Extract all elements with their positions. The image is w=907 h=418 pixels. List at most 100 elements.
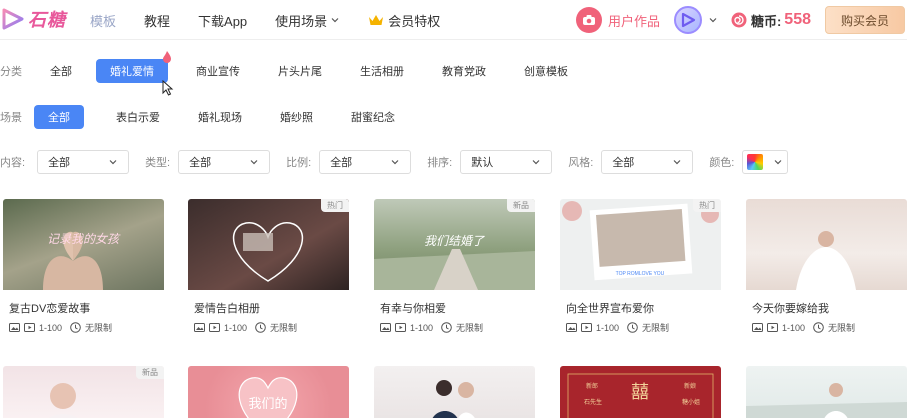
- image-icon: [194, 323, 205, 332]
- video-icon: [395, 323, 406, 332]
- nav-use-cases[interactable]: 使用场景: [275, 11, 340, 30]
- mouse-cursor-icon: [162, 80, 174, 96]
- scene-sweet-memory[interactable]: 甜蜜纪念: [337, 105, 409, 129]
- nav-tutorials[interactable]: 教程: [144, 11, 170, 30]
- scene-confession[interactable]: 表白示爱: [102, 105, 174, 129]
- type-select-label: 类型:: [145, 157, 171, 169]
- template-card[interactable]: 今天你要嫁给我 1-100 无限制: [746, 199, 907, 347]
- image-icon: [380, 323, 391, 332]
- ratio-select-label: 比例:: [286, 157, 312, 169]
- thumb-caption: TOP ROMLOVE YOU: [616, 271, 665, 277]
- template-thumbnail[interactable]: [746, 199, 907, 290]
- buy-membership-button[interactable]: 购买会员: [825, 6, 905, 34]
- sugar-coin-label: 糖币:: [750, 13, 782, 29]
- category-life-album[interactable]: 生活相册: [346, 59, 418, 83]
- template-page-range: 1-100: [782, 322, 806, 333]
- heart-hands-image: 记录我的女孩: [43, 231, 121, 290]
- content-select[interactable]: 全部: [37, 150, 130, 174]
- template-title[interactable]: 爱情告白相册: [194, 300, 260, 316]
- scene-wedding-photo[interactable]: 婚纱照: [266, 105, 327, 129]
- nav-templates[interactable]: 模板: [90, 11, 116, 30]
- template-thumbnail[interactable]: 我们的: [188, 366, 349, 418]
- type-select-value: 全部: [189, 157, 212, 169]
- chevron-down-icon: [391, 160, 399, 165]
- template-thumbnail[interactable]: [746, 366, 907, 418]
- clock-icon: [813, 322, 824, 333]
- category-all[interactable]: 全部: [36, 59, 86, 83]
- style-select-value: 全部: [612, 157, 635, 169]
- type-select[interactable]: 全部: [178, 150, 271, 174]
- candy-icon: [731, 12, 747, 28]
- bride-name: 糖小姐: [682, 398, 700, 406]
- template-meta: 1-100 无限制: [752, 321, 855, 334]
- couple-image: [432, 380, 475, 418]
- image-icon: [9, 323, 20, 332]
- image-icon: [566, 323, 577, 332]
- sugar-coin-count: 558: [784, 11, 811, 28]
- nav-download-app[interactable]: 下载App: [198, 11, 247, 30]
- chevron-down-icon: [331, 18, 339, 23]
- header-right: 用户作品 糖币: 558 购买会员: [575, 0, 907, 40]
- user-works-link[interactable]: 用户作品: [608, 11, 660, 30]
- template-card[interactable]: 我们结婚了 新品 有幸与你相爱 1-100 无限制: [374, 199, 535, 347]
- sort-select-value: 默认: [471, 157, 494, 169]
- template-page-range: 1-100: [596, 322, 620, 333]
- template-duration: 无限制: [85, 323, 113, 333]
- thumb-caption: 记录我的女孩: [47, 232, 121, 246]
- template-thumbnail[interactable]: 热门: [188, 199, 349, 290]
- ratio-select[interactable]: 全部: [319, 150, 412, 174]
- logo[interactable]: 石糖: [0, 6, 66, 32]
- template-title[interactable]: 今天你要嫁给我: [752, 300, 829, 316]
- nav-member-privileges[interactable]: 会员特权: [368, 11, 440, 30]
- category-label: 分类: [0, 66, 22, 78]
- scene-filter-row: 场景 全部 表白示爱 婚礼现场 婚纱照 甜蜜纪念: [0, 105, 419, 129]
- template-title[interactable]: 有幸与你相爱: [380, 300, 446, 316]
- chevron-down-icon: [250, 160, 258, 165]
- template-title[interactable]: 向全世界宣布爱你: [566, 300, 654, 316]
- avatar[interactable]: [673, 6, 702, 34]
- video-icon: [767, 323, 778, 332]
- bride-label: 新娘: [684, 382, 696, 390]
- chevron-down-icon: [532, 160, 540, 165]
- sort-select[interactable]: 默认: [460, 150, 553, 174]
- template-thumbnail[interactable]: 新品: [3, 366, 164, 418]
- style-select[interactable]: 全部: [601, 150, 694, 174]
- category-commercial[interactable]: 商业宣传: [182, 59, 254, 83]
- template-page-range: 1-100: [224, 322, 248, 333]
- color-select[interactable]: [742, 150, 789, 174]
- color-swatch-icon: [747, 154, 764, 170]
- groom-label: 新郎: [586, 382, 598, 390]
- category-creative[interactable]: 创意模板: [510, 59, 582, 83]
- video-icon: [24, 323, 35, 332]
- bride-image: [796, 231, 856, 290]
- scene-all[interactable]: 全部: [34, 105, 84, 129]
- template-title[interactable]: 复古DV恋爱故事: [9, 300, 90, 316]
- new-badge: 新品: [507, 199, 535, 212]
- template-duration: 无限制: [828, 323, 856, 333]
- nav-use-cases-label: 使用场景: [275, 13, 328, 29]
- user-works-icon[interactable]: [575, 7, 602, 33]
- category-intro-outro[interactable]: 片头片尾: [264, 59, 336, 83]
- template-page-range: 1-100: [39, 322, 63, 333]
- select-filter-row: 内容: 全部 类型: 全部 比例: 全部 排序: 默认 风格: 全部 颜色:: [0, 150, 789, 174]
- sort-select-label: 排序:: [427, 157, 453, 169]
- template-thumbnail[interactable]: 我们结婚了 新品: [374, 199, 535, 290]
- template-card[interactable]: 热门 爱情告白相册 1-100 无限制: [188, 199, 349, 347]
- template-card[interactable]: 记录我的女孩 复古DV恋爱故事 1-100 无限制: [3, 199, 164, 347]
- scene-wedding-venue[interactable]: 婚礼现场: [184, 105, 256, 129]
- template-thumbnail[interactable]: 记录我的女孩: [3, 199, 164, 290]
- category-filter-row: 分类 全部 婚礼爱情 商业宣传 片头片尾 生活相册 教育党政 创意模板: [0, 51, 592, 83]
- category-wedding-love[interactable]: 婚礼爱情: [96, 51, 171, 83]
- template-card[interactable]: TOP ROMLOVE YOU 热门 向全世界宣布爱你 1-100 无限制: [560, 199, 721, 347]
- clock-icon: [627, 322, 638, 333]
- category-education[interactable]: 教育党政: [428, 59, 500, 83]
- logo-text: 石糖: [28, 10, 66, 31]
- new-badge: 新品: [136, 366, 164, 379]
- content-select-value: 全部: [48, 157, 71, 169]
- template-thumbnail[interactable]: [374, 366, 535, 418]
- chevron-down-icon[interactable]: [708, 15, 718, 25]
- thumb-caption: 我们结婚了: [424, 234, 485, 248]
- nav-member-label: 会员特权: [388, 13, 441, 29]
- template-thumbnail[interactable]: TOP ROMLOVE YOU 热门: [560, 199, 721, 290]
- template-thumbnail[interactable]: 新郎 新娘 石先生 糖小姐 囍: [560, 366, 721, 418]
